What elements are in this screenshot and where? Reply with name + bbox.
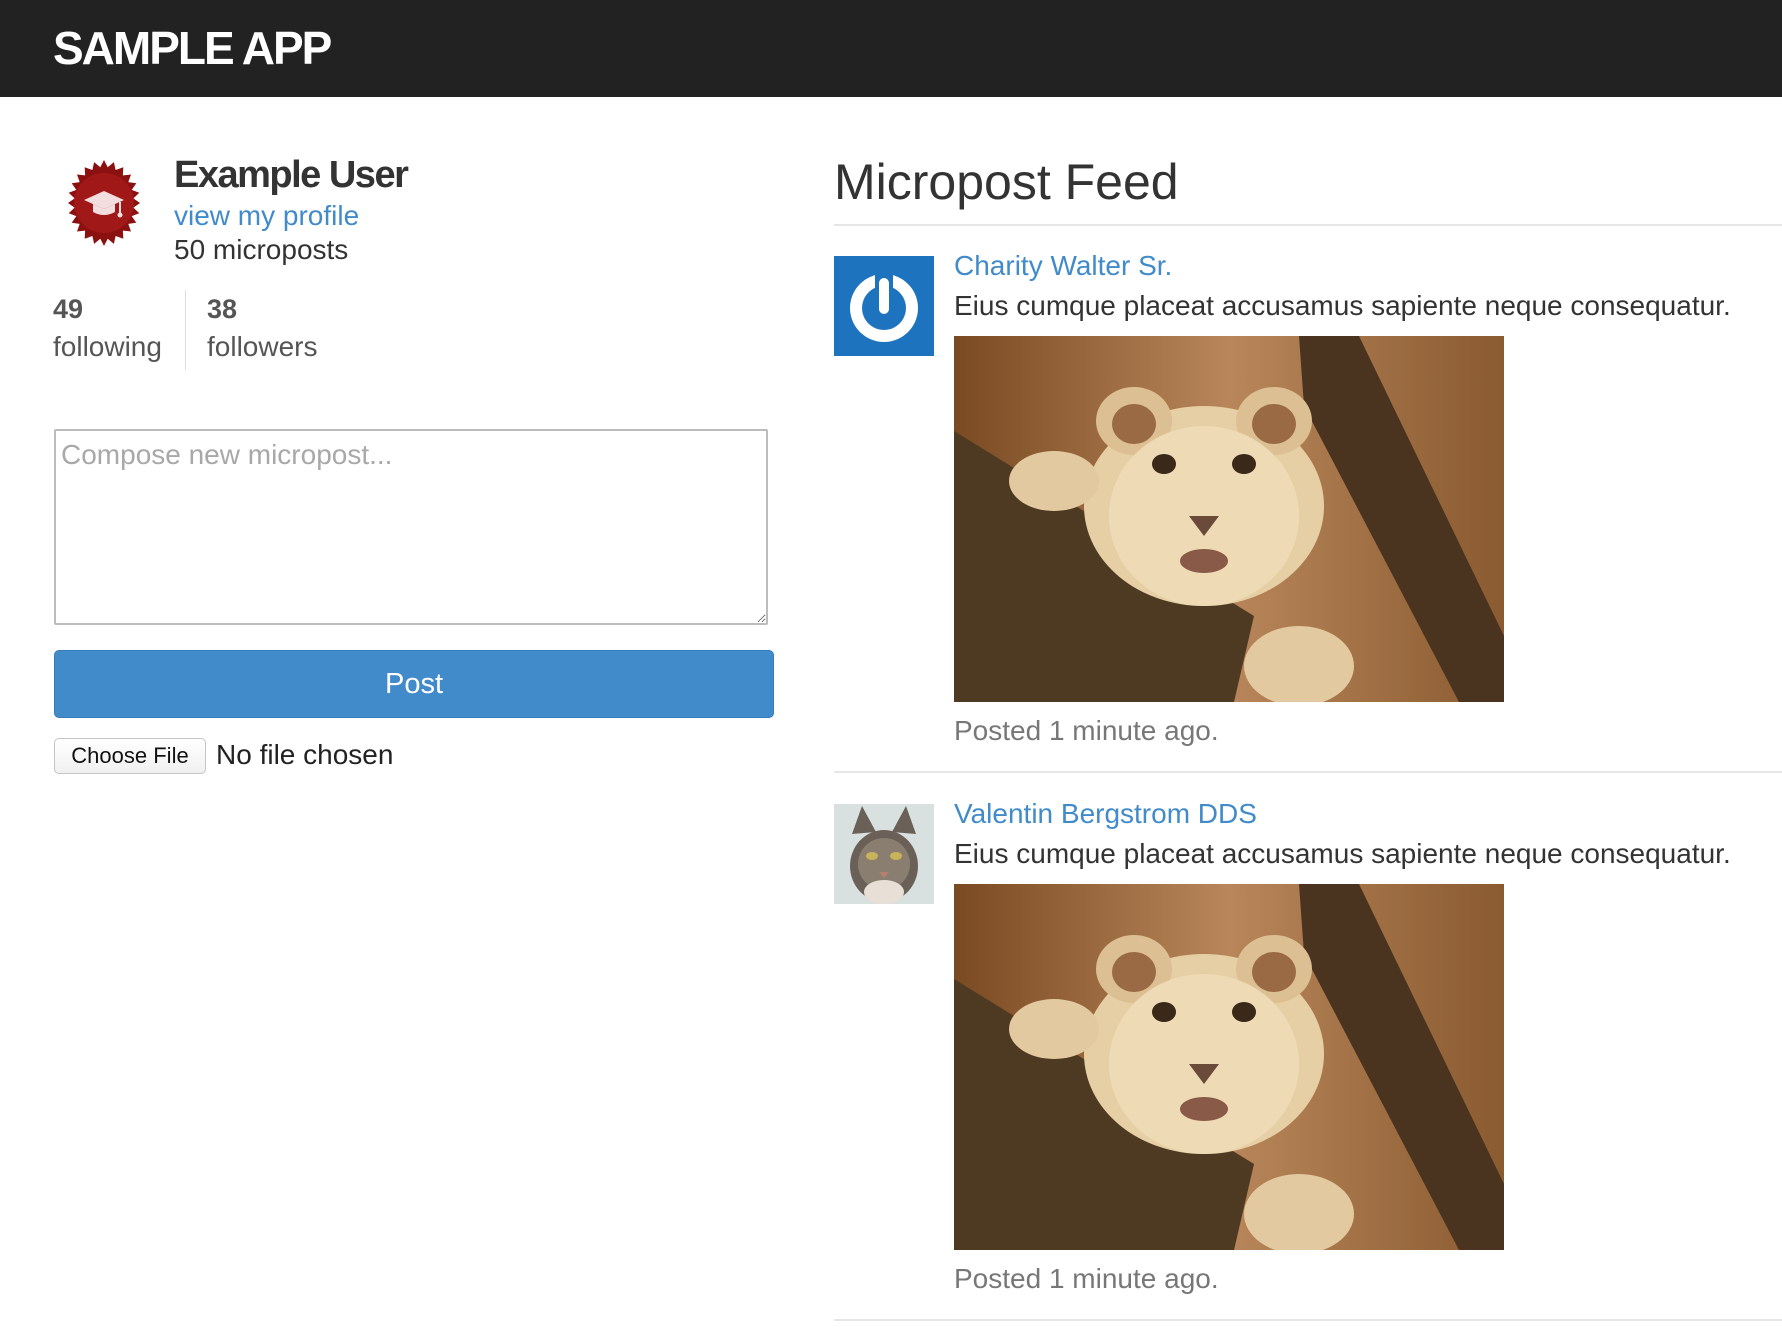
lion-cub-photo (954, 336, 1504, 702)
stats-divider (185, 290, 186, 370)
post-timestamp: Posted 1 minute ago. (954, 1263, 1219, 1294)
micropost-count: 50 microposts (174, 234, 349, 265)
power-icon (850, 270, 918, 342)
post-avatar[interactable] (834, 256, 934, 356)
feed-title-divider (834, 224, 1782, 226)
user-name: Example User (174, 154, 409, 196)
post-button[interactable]: Post (54, 650, 774, 718)
post-user-link[interactable]: Valentin Bergstrom DDS (954, 797, 1257, 831)
followers-label: followers (207, 331, 318, 362)
feed-title: Micropost Feed (834, 154, 1179, 210)
post-avatar[interactable] (834, 804, 934, 904)
file-status-text: No file chosen (216, 739, 394, 770)
post-user-link[interactable]: Charity Walter Sr. (954, 249, 1172, 283)
post-content: Eius cumque placeat accusamus sapiente n… (954, 290, 1731, 321)
lion-cub-photo (954, 884, 1504, 1250)
graduation-cap-icon (68, 160, 140, 246)
post-content: Eius cumque placeat accusamus sapiente n… (954, 838, 1731, 869)
choose-file-button[interactable]: Choose File (54, 738, 206, 774)
followers-count: 38 (207, 294, 238, 324)
cat-photo (834, 804, 934, 904)
header-bar: SAMPLE APP (0, 0, 1782, 97)
feed-item-divider (834, 1319, 1782, 1321)
feed-item-divider (834, 771, 1782, 773)
micropost-textarea[interactable] (54, 429, 768, 625)
post-timestamp: Posted 1 minute ago. (954, 715, 1219, 746)
following-stat-link[interactable]: 49 following (53, 291, 162, 367)
logo[interactable]: SAMPLE APP (53, 20, 332, 76)
view-profile-link[interactable]: view my profile (174, 199, 359, 233)
post-image (954, 336, 1504, 702)
following-count: 49 (53, 294, 84, 324)
followers-stat-link[interactable]: 38 followers (207, 291, 317, 367)
following-label: following (53, 331, 162, 362)
post-image (954, 884, 1504, 1250)
user-avatar[interactable] (58, 158, 150, 250)
